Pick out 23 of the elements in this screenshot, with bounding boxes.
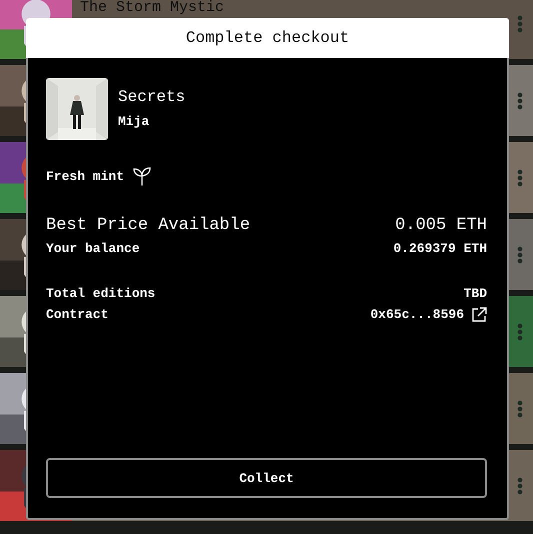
more-icon[interactable]: [517, 246, 523, 264]
price-value: 0.005 ETH: [395, 216, 487, 235]
more-icon[interactable]: [517, 400, 523, 418]
artwork-title: Secrets: [118, 88, 186, 106]
more-icon[interactable]: [517, 14, 523, 32]
more-icon[interactable]: [517, 322, 523, 340]
track-title: The Storm Mystic: [80, 0, 224, 16]
balance-value: 0.269379 ETH: [393, 241, 487, 256]
external-link-icon[interactable]: [472, 307, 487, 322]
more-icon[interactable]: [517, 92, 523, 110]
contract-link[interactable]: 0x65c...8596: [370, 307, 464, 322]
more-icon[interactable]: [517, 476, 523, 494]
dialog-title: Complete checkout: [26, 18, 509, 58]
detail-value: TBD: [464, 286, 487, 301]
collect-button[interactable]: Collect: [46, 458, 487, 498]
price-label: Best Price Available: [46, 216, 250, 235]
fresh-mint-label: Fresh mint: [46, 168, 124, 184]
artist-name: Mija: [118, 114, 150, 129]
balance-label: Your balance: [46, 241, 140, 256]
detail-label: Contract: [46, 307, 108, 322]
more-icon[interactable]: [517, 168, 523, 186]
sprout-icon: [132, 166, 152, 186]
detail-label: Total editions: [46, 286, 156, 301]
